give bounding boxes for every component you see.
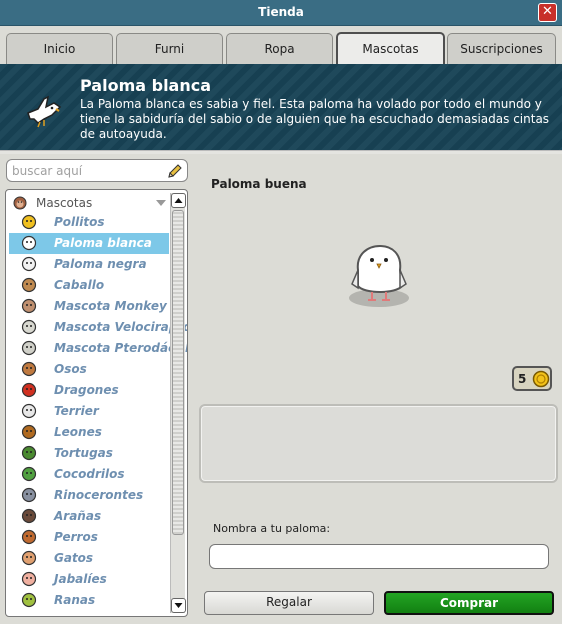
list-item[interactable]: Caballo <box>9 275 169 296</box>
chick-icon <box>21 214 37 230</box>
pet-name-input[interactable] <box>209 544 549 569</box>
list-item[interactable]: Terrier <box>9 401 169 422</box>
black-dove-icon <box>21 256 37 272</box>
tab-bar: Inicio Furni Ropa Mascotas Suscripciones <box>0 26 562 65</box>
spider-icon <box>21 508 37 524</box>
dog-icon <box>21 529 37 545</box>
price-value: 5 <box>518 372 527 386</box>
category-header-label: Mascotas <box>36 196 93 210</box>
banner-divider <box>0 150 562 154</box>
crocodile-icon <box>21 466 37 482</box>
list-item-label: Tortugas <box>54 446 113 460</box>
boar-icon <box>21 571 37 587</box>
list-item[interactable]: Mascota Monkey <box>9 296 169 317</box>
dragon-icon <box>21 382 37 398</box>
list-item-label: Perros <box>54 530 98 544</box>
tab-mascotas[interactable]: Mascotas <box>336 32 445 65</box>
list-item[interactable]: Gatos <box>9 548 169 569</box>
list-item[interactable]: Cocodrilos <box>9 464 169 485</box>
velociraptor-icon <box>21 319 37 335</box>
lion-icon <box>21 424 37 440</box>
tab-furni[interactable]: Furni <box>116 33 223 64</box>
list-item-label: Terrier <box>54 404 99 418</box>
list-item[interactable]: Paloma blanca <box>9 233 169 254</box>
pet-name-label: Nombra a tu paloma: <box>213 522 331 535</box>
window-titlebar: Tienda ✕ <box>0 0 562 26</box>
white-dove-icon <box>21 235 37 251</box>
product-info-box <box>199 404 558 483</box>
search-box <box>6 159 188 182</box>
list-item[interactable]: Pollitos <box>9 212 169 233</box>
list-item[interactable]: Tortugas <box>9 443 169 464</box>
close-button[interactable]: ✕ <box>538 3 557 22</box>
list-item-label: Dragones <box>54 383 119 397</box>
list-item-label: Paloma negra <box>54 257 147 271</box>
list-item[interactable]: Paloma negra <box>9 254 169 275</box>
list-item[interactable]: Mascota Pterodáctilo <box>9 338 187 359</box>
gift-button[interactable]: Regalar <box>204 591 374 615</box>
banner-description: La Paloma blanca es sabia y fiel. Esta p… <box>80 97 550 141</box>
horse-icon <box>21 277 37 293</box>
list-item-label: Ranas <box>54 593 96 607</box>
list-item[interactable]: Mascota Velociraptor <box>9 317 187 338</box>
tab-ropa[interactable]: Ropa <box>226 33 333 64</box>
list-item-label: Jabalíes <box>54 572 107 586</box>
rhino-icon <box>21 487 37 503</box>
list-item[interactable]: Leones <box>9 422 169 443</box>
list-item-label: Pollitos <box>54 215 105 229</box>
search-input[interactable] <box>12 162 162 179</box>
list-item[interactable]: Osos <box>9 359 169 380</box>
list-item-label: Mascota Velociraptor <box>54 320 188 334</box>
list-item-label: Rinocerontes <box>54 488 144 502</box>
pet-category-list: Mascotas Pollitos Paloma blanca Paloma neg… <box>5 189 188 617</box>
list-item[interactable]: Jabalíes <box>9 569 169 590</box>
bear-icon <box>21 361 37 377</box>
category-header[interactable]: Mascotas <box>10 193 168 213</box>
list-item[interactable]: Arañas <box>9 506 169 527</box>
list-item[interactable]: Perros <box>9 527 169 548</box>
scroll-thumb[interactable] <box>172 210 184 535</box>
list-scrollbar[interactable] <box>170 193 186 613</box>
list-item-label: Paloma blanca <box>54 236 152 250</box>
white-dove-icon <box>24 93 62 132</box>
credit-coin-icon <box>532 370 550 391</box>
window-title: Tienda <box>258 5 304 19</box>
scroll-up-button[interactable] <box>171 193 186 208</box>
list-item-label: Arañas <box>54 509 102 523</box>
buy-button[interactable]: Comprar <box>384 591 554 615</box>
pet-preview-image <box>342 240 416 317</box>
list-item[interactable]: Rinocerontes <box>9 485 169 506</box>
list-item-label: Leones <box>54 425 102 439</box>
chevron-down-icon[interactable] <box>156 200 166 206</box>
list-item-label: Gatos <box>54 551 94 565</box>
list-item-label: Mascota Pterodáctilo <box>54 341 188 355</box>
banner-title: Paloma blanca <box>80 76 212 95</box>
price-badge: 5 <box>512 366 552 391</box>
turtle-icon <box>21 445 37 461</box>
pencil-icon[interactable] <box>167 163 183 182</box>
list-item[interactable]: Dragones <box>9 380 169 401</box>
list-item-label: Mascota Monkey <box>54 299 167 313</box>
monkey-icon <box>21 298 37 314</box>
pterodactyl-icon <box>21 340 37 356</box>
scroll-down-button[interactable] <box>171 598 186 613</box>
cat-icon <box>21 550 37 566</box>
list-item[interactable]: Ranas <box>9 590 169 611</box>
frog-icon <box>21 592 37 608</box>
list-item-label: Osos <box>54 362 87 376</box>
product-name: Paloma buena <box>211 177 307 191</box>
terrier-icon <box>21 403 37 419</box>
tab-suscripciones[interactable]: Suscripciones <box>447 33 556 64</box>
list-item-label: Cocodrilos <box>54 467 125 481</box>
tab-inicio[interactable]: Inicio <box>6 33 113 64</box>
list-item-label: Caballo <box>54 278 105 292</box>
